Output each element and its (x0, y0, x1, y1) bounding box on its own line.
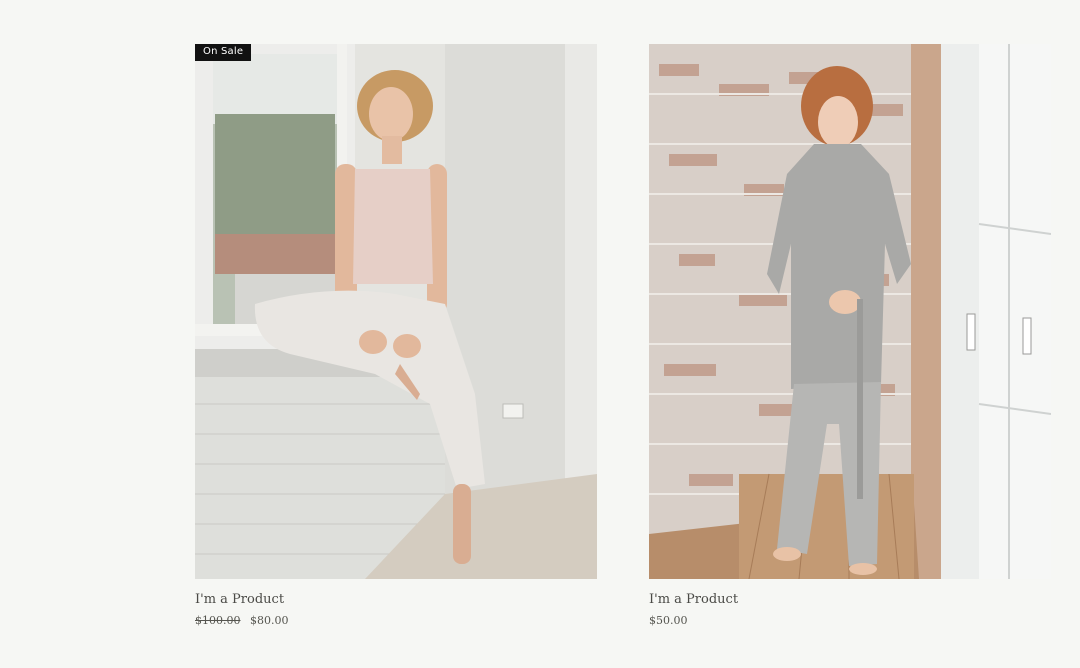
product-name[interactable]: I'm a Product (195, 592, 597, 608)
product-image-2[interactable] (649, 44, 1051, 579)
product-card-2[interactable]: I'm a Product $50.00 (649, 44, 1051, 628)
product-price: $50.00 (649, 614, 688, 627)
product-photo-woman-on-windowsill (195, 44, 597, 579)
product-name[interactable]: I'm a Product (649, 592, 1051, 608)
product-image-1[interactable]: On Sale (195, 44, 597, 579)
on-sale-badge: On Sale (195, 44, 252, 61)
product-price-group: $50.00 (649, 614, 1051, 628)
original-price: $100.00 (195, 614, 241, 627)
sale-price: $80.00 (250, 614, 289, 627)
product-card-1[interactable]: On Sale I'm a Product $100.00 $80.00 (195, 44, 597, 628)
product-photo-woman-in-grey-lounge-set (649, 44, 1051, 579)
product-price-group: $100.00 $80.00 (195, 614, 597, 628)
product-gallery: On Sale I'm a Product $100.00 $80.00 I'm… (0, 0, 1080, 668)
